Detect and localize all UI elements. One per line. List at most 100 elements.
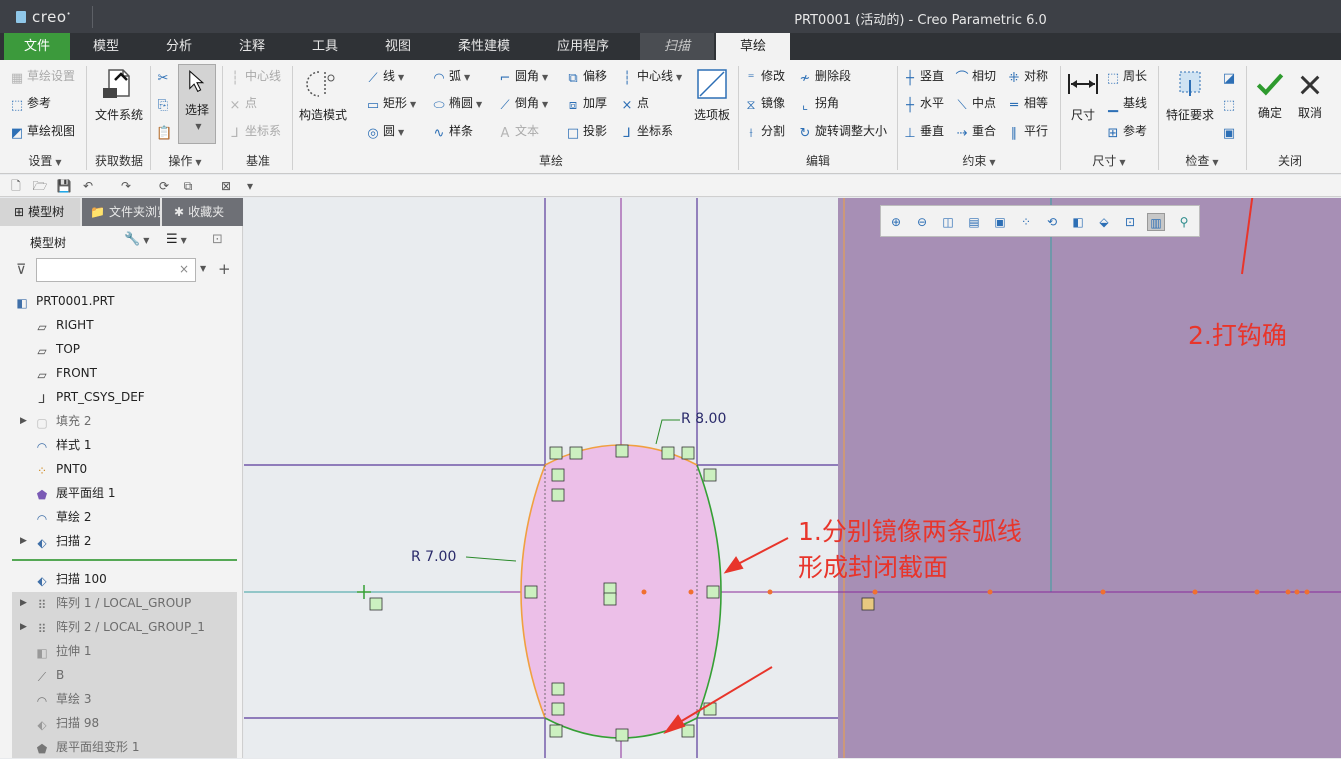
clear-icon[interactable]: × [179, 262, 189, 276]
close-window-icon[interactable]: ⊠ [218, 178, 234, 194]
dimension-r8[interactable]: R 8.00 [681, 411, 726, 427]
tree-search-input[interactable]: × [36, 258, 196, 282]
tree-item-extrude-1[interactable]: ◧ 拉伸 1 [34, 639, 258, 663]
tree-item-pattern-2[interactable]: ▶ ⠿ 阵列 2 / LOCAL_GROUP_1 [20, 615, 258, 639]
tab-model[interactable]: 模型 [72, 33, 140, 60]
tree-item-pattern-1[interactable]: ▶ ⠿ 阵列 1 / LOCAL_GROUP [20, 591, 258, 615]
group-label-setup[interactable]: 设置 ▼ [10, 152, 80, 170]
rectangle-button[interactable]: ▭ 矩形 ▼ [366, 93, 416, 113]
tab-annotate[interactable]: 注释 [218, 33, 286, 60]
offset-button[interactable]: ⧉ 偏移 [566, 66, 607, 86]
datum-point-button[interactable]: × 点 [228, 93, 257, 113]
thicken-button[interactable]: ⧈ 加厚 [566, 93, 607, 113]
regenerate-icon[interactable]: ⟳ [156, 178, 172, 194]
sketch-display-icon[interactable]: ▥ [1147, 213, 1165, 231]
repaint-icon[interactable]: ▤ [965, 213, 983, 231]
tangent-constraint-button[interactable]: ⌒ 相切 [955, 66, 996, 86]
baseline-button[interactable]: ▁ 基线 [1106, 93, 1147, 113]
windows-icon[interactable]: ⧉ [180, 178, 196, 194]
view-manager-icon[interactable]: ⬙ [1095, 213, 1113, 231]
palette-button[interactable]: 选项板 [690, 66, 734, 123]
mirror-button[interactable]: ⧖ 镜像 [744, 93, 785, 113]
rotate-resize-button[interactable]: ↻ 旋转调整大小 [798, 121, 887, 141]
fillet-button[interactable]: ⌐ 圆角 ▼ [498, 66, 549, 86]
column-icon[interactable]: ⊡ [212, 232, 223, 247]
symmetric-constraint-button[interactable]: ⁜ 对称 [1007, 66, 1048, 86]
dimension-button[interactable]: 尺寸 [1064, 66, 1102, 123]
arc-button[interactable]: ◠ 弧 ▼ [432, 66, 470, 86]
tree-item-flatten-quilt-1[interactable]: ⬟ 展平面组 1 [34, 481, 258, 505]
filter-icon[interactable]: ⊽ [16, 262, 26, 278]
cut-button[interactable]: ✂ [156, 66, 173, 86]
expand-arrow-icon[interactable]: ▶ [20, 529, 27, 553]
open-file-icon[interactable]: 🗁 [32, 178, 48, 194]
tree-item-pnt0[interactable]: ⁘ PNT0 [34, 457, 258, 481]
tab-favorites[interactable]: ✱ 收藏夹 [162, 198, 243, 226]
save-icon[interactable]: 💾 [56, 178, 72, 194]
redo-icon[interactable]: ↷ [118, 178, 134, 194]
saved-orientations-icon[interactable]: ⟲ [1043, 213, 1061, 231]
display-style-icon[interactable]: ⁘ [1017, 213, 1035, 231]
tree-item-sweep-2[interactable]: ▶ ⬖ 扫描 2 [20, 529, 258, 553]
add-icon[interactable]: + [218, 260, 231, 278]
tab-tools[interactable]: 工具 [290, 33, 360, 60]
tab-view[interactable]: 视图 [364, 33, 432, 60]
references-button[interactable]: ⬚ 参考 [10, 93, 51, 113]
expand-arrow-icon[interactable]: ▶ [20, 591, 27, 615]
sketch-view-button[interactable]: ◩ 草绘视图 [10, 121, 75, 141]
circle-button[interactable]: ◎ 圆 ▼ [366, 121, 404, 141]
group-label-constrain[interactable]: 约束 ▼ [903, 152, 1055, 170]
camera-icon[interactable]: ▣ [991, 213, 1009, 231]
sketch-csys-button[interactable]: ⅃ 坐标系 [620, 121, 673, 141]
tree-item-fill-2[interactable]: ▶ ▢ 填充 2 [20, 409, 258, 433]
line-button[interactable]: ⟋ 线 ▼ [366, 66, 404, 86]
expand-arrow-icon[interactable]: ▶ [20, 409, 27, 433]
parallel-constraint-button[interactable]: ∥ 平行 [1007, 121, 1048, 141]
copy-button[interactable]: ⎘ [156, 93, 173, 113]
ok-button[interactable]: 确定 [1252, 70, 1288, 121]
tab-applications[interactable]: 应用程序 [536, 33, 630, 60]
new-file-icon[interactable]: 🗋 [8, 178, 24, 194]
datum-centerline-button[interactable]: ┆ 中心线 [228, 66, 281, 86]
tab-folder-browser[interactable]: 📁文件夹浏览器 [82, 198, 160, 226]
group-label-inspect[interactable]: 检查 ▼ [1162, 152, 1242, 170]
tree-item-csys[interactable]: ⅃ PRT_CSYS_DEF [34, 385, 258, 409]
tab-file[interactable]: 文件 [4, 33, 70, 60]
tree-item-sketch-3[interactable]: ◠ 草绘 3 [34, 687, 258, 711]
tree-item-sketch-2[interactable]: ◠ 草绘 2 [34, 505, 258, 529]
group-label-operations[interactable]: 操作 ▼ [154, 152, 216, 170]
construction-mode-button[interactable]: 构造模式 [296, 66, 350, 123]
corner-button[interactable]: ⌞ 拐角 [798, 93, 839, 113]
tree-item-sweep-100[interactable]: ⬖ 扫描 100 [34, 567, 258, 591]
dimension-r7[interactable]: R 7.00 [411, 549, 456, 565]
tree-item-top[interactable]: ▱ TOP [34, 337, 258, 361]
show-options-icon[interactable]: ☰ ▼ [166, 232, 187, 247]
search-dropdown-icon[interactable]: ▼ [200, 264, 206, 273]
tree-item-flatten-deform-1[interactable]: ⬟ 展平面组变形 1 [34, 735, 258, 759]
midpoint-constraint-button[interactable]: ⟍ 中点 [955, 93, 996, 113]
tab-sweep[interactable]: 扫描 [640, 33, 714, 60]
graphics-canvas[interactable]: R 8.00 R 7.00 [244, 198, 1341, 758]
expand-arrow-icon[interactable]: ▶ [20, 615, 27, 639]
tab-model-tree[interactable]: ⊞ 模型树 [0, 198, 80, 226]
tree-item-front[interactable]: ▱ FRONT [34, 361, 258, 385]
paste-button[interactable]: 📋 [156, 121, 173, 141]
divide-button[interactable]: ⟊ 分割 [744, 121, 785, 141]
vertical-constraint-button[interactable]: ┼ 竖直 [903, 66, 944, 86]
text-button[interactable]: A 文本 [498, 121, 539, 141]
inspect-tool-2[interactable]: ⬚ [1222, 93, 1239, 113]
tab-sketch[interactable]: 草绘 [716, 33, 790, 60]
settings-tools-icon[interactable]: 🔧 ▼ [124, 232, 149, 247]
chamfer-button[interactable]: ⟋ 倒角 ▼ [498, 93, 548, 113]
file-system-button[interactable]: 文件系统 [92, 66, 146, 123]
sketch-setup-button[interactable]: ▦ 草绘设置 [10, 66, 75, 86]
delete-segment-button[interactable]: ≁ 删除段 [798, 66, 851, 86]
feature-requirements-button[interactable]: 特征要求 [1162, 66, 1218, 123]
tree-item-sweep-98[interactable]: ⬖ 扫描 98 [34, 711, 258, 735]
inspect-tool-3[interactable]: ▣ [1222, 121, 1239, 141]
shaded-icon[interactable]: ◧ [1069, 213, 1087, 231]
datum-display-icon[interactable]: ⊡ [1121, 213, 1139, 231]
tree-item-prt0001[interactable]: ◧ PRT0001.PRT [14, 289, 238, 313]
sketch-point-button[interactable]: × 点 [620, 93, 649, 113]
horizontal-constraint-button[interactable]: ┼ 水平 [903, 93, 944, 113]
